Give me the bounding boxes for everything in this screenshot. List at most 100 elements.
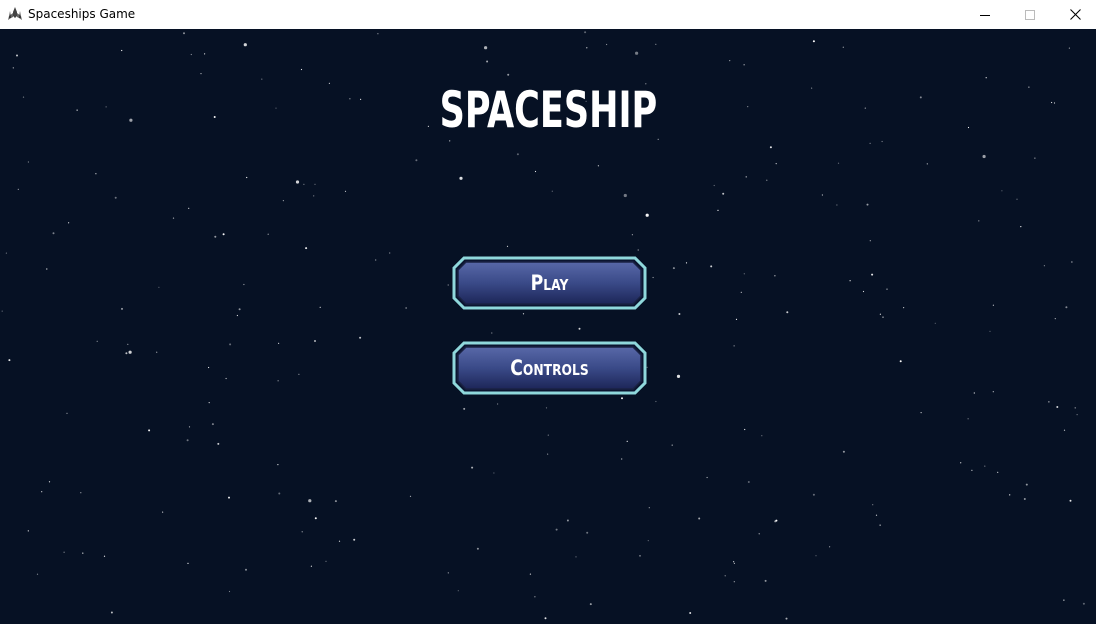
star xyxy=(849,280,851,282)
star xyxy=(506,245,509,247)
star xyxy=(903,307,905,309)
star xyxy=(308,499,312,503)
star xyxy=(80,492,82,494)
star xyxy=(989,330,991,332)
star xyxy=(706,476,708,479)
star xyxy=(812,493,815,496)
star xyxy=(821,194,824,196)
star xyxy=(261,78,263,80)
star xyxy=(934,322,936,324)
star xyxy=(836,204,838,206)
star xyxy=(447,284,449,286)
star xyxy=(645,213,649,217)
star xyxy=(689,612,692,614)
star xyxy=(899,360,902,363)
star xyxy=(871,273,874,276)
star xyxy=(1028,86,1030,88)
star xyxy=(671,444,673,446)
star xyxy=(971,469,973,471)
star xyxy=(190,53,192,56)
star xyxy=(200,73,202,75)
star xyxy=(639,555,641,557)
star xyxy=(63,551,65,553)
star xyxy=(186,439,189,442)
star xyxy=(655,400,657,403)
star xyxy=(1034,157,1036,159)
star xyxy=(353,538,356,541)
star xyxy=(229,343,232,346)
star xyxy=(278,342,280,344)
minimize-button[interactable] xyxy=(962,0,1008,28)
star xyxy=(866,203,869,206)
star xyxy=(992,391,994,393)
star xyxy=(992,304,995,306)
star xyxy=(761,435,763,437)
star xyxy=(82,552,84,554)
star xyxy=(815,555,817,557)
star xyxy=(685,262,688,264)
star xyxy=(555,528,558,531)
star xyxy=(545,407,548,409)
star xyxy=(447,572,449,574)
close-button[interactable] xyxy=(1052,0,1096,28)
star xyxy=(471,466,474,469)
star xyxy=(68,222,70,224)
window-title: Spaceships Game xyxy=(28,7,136,21)
star xyxy=(743,273,745,275)
star xyxy=(148,429,151,432)
star xyxy=(114,196,117,199)
star xyxy=(733,345,735,347)
star xyxy=(758,533,760,535)
star xyxy=(743,64,745,66)
star xyxy=(305,247,308,250)
star xyxy=(36,573,39,575)
star xyxy=(775,163,777,165)
star xyxy=(282,200,284,202)
star xyxy=(463,407,466,410)
star xyxy=(486,60,489,63)
star xyxy=(183,32,185,35)
controls-button[interactable]: Controls xyxy=(452,341,647,395)
star xyxy=(655,43,657,45)
star xyxy=(586,47,588,49)
star xyxy=(415,159,418,162)
maximize-button[interactable] xyxy=(1007,0,1053,28)
star xyxy=(325,560,327,562)
star xyxy=(46,268,48,270)
star xyxy=(228,590,231,593)
star xyxy=(869,240,871,242)
star xyxy=(1063,599,1065,601)
star xyxy=(1071,261,1073,263)
play-button-label: Play xyxy=(530,271,569,295)
star xyxy=(295,180,300,184)
star xyxy=(277,380,279,382)
play-button[interactable]: Play xyxy=(452,256,647,310)
star xyxy=(1068,47,1070,49)
star xyxy=(1016,198,1018,200)
star xyxy=(52,232,55,235)
star xyxy=(1020,226,1022,228)
star xyxy=(301,531,303,533)
maximize-icon xyxy=(1025,5,1035,24)
star xyxy=(722,192,725,195)
star xyxy=(158,286,160,288)
star xyxy=(459,176,463,180)
star xyxy=(744,428,746,431)
star xyxy=(886,288,888,290)
star xyxy=(635,51,639,55)
star xyxy=(713,184,715,187)
star xyxy=(96,340,98,342)
star xyxy=(319,306,321,308)
star xyxy=(314,340,316,342)
star xyxy=(208,366,210,369)
star xyxy=(228,496,230,499)
game-canvas[interactable]: SPACESHIP Play Controls xyxy=(0,29,1096,624)
star xyxy=(1043,265,1045,267)
star xyxy=(735,318,738,320)
star xyxy=(837,162,840,164)
star xyxy=(982,154,986,159)
star xyxy=(476,547,479,550)
star xyxy=(717,209,719,211)
star xyxy=(1063,429,1066,431)
star xyxy=(920,412,922,414)
